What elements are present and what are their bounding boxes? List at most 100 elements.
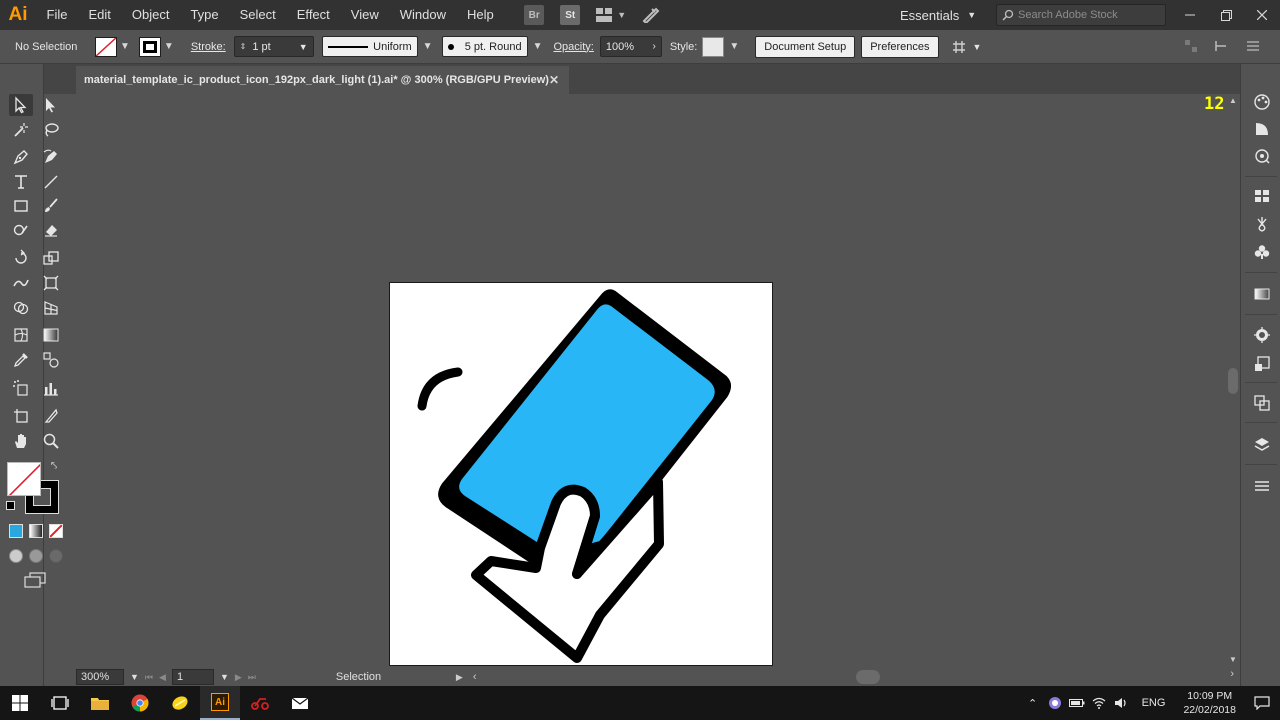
brush-definition[interactable]: 5 pt. Round [441,36,528,57]
chevron-down-icon[interactable]: ▼ [130,672,139,682]
menu-edit[interactable]: Edit [78,0,121,30]
search-input[interactable] [1018,9,1158,21]
close-window-button[interactable] [1244,0,1280,30]
draw-behind-icon[interactable] [29,549,43,563]
scale-tool[interactable] [39,247,63,269]
phone-in-hand-artwork[interactable] [390,283,773,666]
menu-effect[interactable]: Effect [286,0,340,30]
input-language[interactable]: ENG [1142,697,1166,709]
variable-width-profile[interactable]: Uniform [321,36,418,57]
preferences-button[interactable]: Preferences [861,35,939,58]
draw-inside-icon[interactable] [49,549,63,563]
swap-fill-stroke-icon[interactable]: ⤣ [51,460,57,473]
fill-swatch[interactable] [95,36,117,57]
artboard[interactable] [389,282,773,666]
direct-selection-tool[interactable] [39,94,63,116]
stroke-swatch[interactable] [138,36,161,57]
align-icon[interactable] [1184,39,1198,53]
scroll-down-icon[interactable]: ▼ [1229,655,1237,664]
arrange-icon-group[interactable]: ▼ [951,39,981,55]
artboard-number-field[interactable]: 1 [171,669,214,685]
layers-icon[interactable] [1252,435,1272,455]
close-tab-icon[interactable]: ✕ [549,73,559,87]
pathfinder-icon[interactable] [1252,393,1272,413]
draw-normal-icon[interactable] [9,549,23,563]
wifi-icon[interactable] [1088,697,1110,709]
slice-tool[interactable] [39,405,63,427]
norton-button[interactable] [160,686,200,720]
document-tab[interactable]: material_template_ic_product_icon_192px_… [76,66,569,94]
artboard-tool[interactable] [9,405,33,427]
show-hidden-icons-icon[interactable]: ⌃ [1022,697,1044,710]
chevron-down-icon[interactable]: ▼ [423,41,433,52]
scroll-left-icon[interactable]: ‹ [473,671,477,683]
rectangle-tool[interactable] [9,195,33,217]
libraries-icon[interactable] [1252,146,1272,166]
restore-button[interactable] [1208,0,1244,30]
properties-icon[interactable] [1252,476,1272,496]
file-explorer-button[interactable] [80,686,120,720]
shape-builder-tool[interactable] [9,297,33,319]
chrome-button[interactable] [120,686,160,720]
menu-object[interactable]: Object [121,0,180,30]
menu-select[interactable]: Select [229,0,286,30]
next-artboard-icon[interactable]: ▶ [235,672,242,683]
menu-type[interactable]: Type [180,0,229,30]
document-setup-button[interactable]: Document Setup [755,35,856,58]
menu-help[interactable]: Help [456,0,504,30]
chevron-down-icon[interactable]: ▼ [729,41,739,52]
menu-file[interactable]: File [36,0,78,30]
symbols-icon[interactable] [1252,242,1272,262]
stock-button[interactable]: St [560,5,581,25]
vertical-scroll-thumb[interactable] [1228,368,1238,394]
zoom-field[interactable]: 300% [76,669,124,685]
type-tool[interactable] [9,171,33,193]
last-artboard-icon[interactable]: ⏭ [248,672,256,683]
battery-icon[interactable] [1066,698,1088,708]
stock-search-box[interactable] [996,4,1166,26]
gradient-panel-icon[interactable] [1252,284,1272,304]
first-artboard-icon[interactable]: ⏮ [145,672,153,683]
screen-mode-button[interactable] [24,572,46,591]
start-button[interactable] [0,686,40,720]
panel-menu-icon[interactable] [1246,39,1260,53]
color-mode-button[interactable] [9,524,23,538]
stroke-weight-field[interactable]: ⇕ 1 pt ▼ [233,36,314,57]
stroke-label[interactable]: Stroke: [191,41,226,53]
task-view-button[interactable] [40,686,80,720]
symbol-sprayer-tool[interactable] [9,377,33,399]
curvature-tool[interactable] [39,146,63,168]
lasso-tool[interactable] [39,119,63,141]
scroll-up-icon[interactable]: ▲ [1229,96,1237,105]
eraser-tool[interactable] [39,219,63,241]
blend-tool[interactable] [39,349,63,371]
volume-icon[interactable] [1110,697,1132,709]
clock[interactable]: 10:09 PM 22/02/2018 [1183,689,1236,717]
minimize-button[interactable] [1172,0,1208,30]
hand-tool[interactable] [9,430,33,452]
menu-window[interactable]: Window [389,0,456,30]
gpu-performance-icon[interactable] [642,7,660,23]
default-fill-stroke-icon[interactable] [6,501,15,510]
color-guide-icon[interactable] [1252,119,1272,139]
eyedropper-tool[interactable] [9,349,33,371]
graphic-style-swatch[interactable] [702,36,725,57]
chevron-down-icon[interactable]: ▼ [164,41,174,52]
canvas[interactable] [76,94,1228,668]
chevron-down-icon[interactable]: ▼ [220,672,229,682]
width-tool[interactable] [9,272,33,294]
mesh-tool[interactable] [9,324,33,346]
perspective-grid-tool[interactable] [39,297,63,319]
free-transform-tool[interactable] [39,272,63,294]
pen-tool[interactable] [9,146,33,168]
brushes-icon[interactable] [1252,214,1272,234]
workspace-switcher[interactable]: Essentials ▼ [900,0,976,30]
vertical-scrollbar[interactable]: ▲ ▼ [1226,94,1240,668]
status-menu-icon[interactable]: ▶ [456,672,463,683]
horizontal-scroll-thumb[interactable] [856,670,880,684]
shaper-tool[interactable] [9,219,33,241]
opacity-field[interactable]: 100% › [599,36,662,57]
fill-color-box[interactable] [7,462,41,496]
gradient-tool[interactable] [39,324,63,346]
chevron-down-icon[interactable]: ▼ [533,41,543,52]
